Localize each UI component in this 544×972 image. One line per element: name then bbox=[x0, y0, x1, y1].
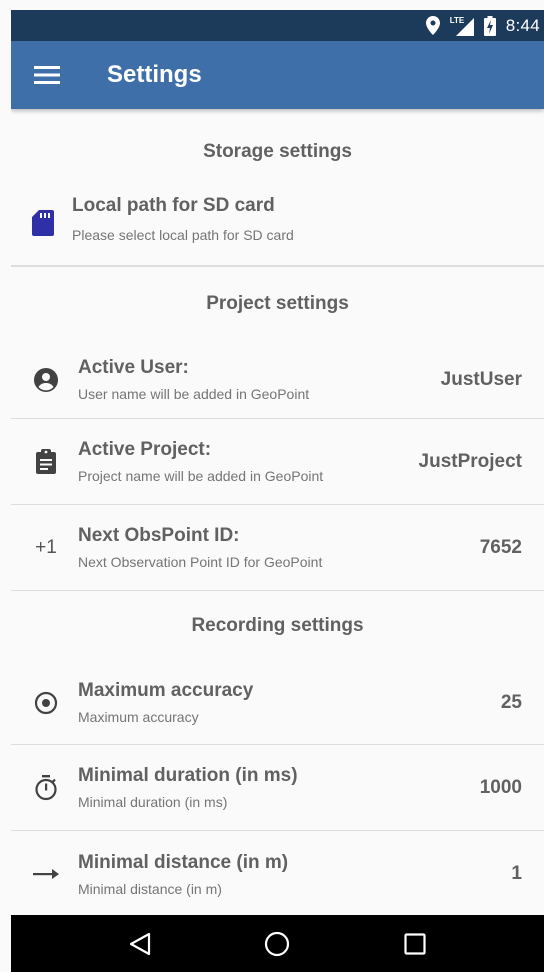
home-button[interactable] bbox=[247, 919, 307, 969]
section-header-recording: Recording settings bbox=[191, 615, 364, 636]
pref-summary: User name will be added in GeoPoint bbox=[78, 386, 310, 402]
pref-value: 1 bbox=[511, 863, 522, 884]
app-bar: Settings bbox=[11, 41, 544, 109]
timer-icon bbox=[11, 774, 78, 801]
back-triangle-icon bbox=[129, 932, 150, 955]
pref-minimal-duration[interactable]: Minimal duration (in ms) Minimal duratio… bbox=[11, 745, 544, 831]
pref-summary: Maximum accuracy bbox=[78, 709, 199, 725]
pref-active-project-text: Active Project: Project name will be add… bbox=[78, 439, 407, 484]
pref-sd-card-text: Local path for SD card Please select loc… bbox=[72, 195, 522, 243]
pref-minimal-distance-text: Minimal distance (in m) Minimal distance… bbox=[78, 852, 499, 897]
pref-maximum-accuracy[interactable]: Maximum accuracy Maximum accuracy 25 bbox=[11, 661, 544, 745]
target-icon bbox=[11, 691, 78, 715]
pref-sd-card-path[interactable]: Local path for SD card Please select loc… bbox=[11, 195, 544, 266]
pref-summary: Project name will be added in GeoPoint bbox=[78, 468, 324, 484]
pref-summary: Next Observation Point ID for GeoPoint bbox=[78, 554, 323, 570]
pref-title: Minimal duration (in ms) bbox=[78, 765, 298, 786]
pref-summary: Please select local path for SD card bbox=[72, 227, 294, 243]
page-title: Settings bbox=[107, 61, 202, 88]
pref-minimal-duration-text: Minimal duration (in ms) Minimal duratio… bbox=[78, 765, 468, 810]
arrow-right-icon bbox=[11, 867, 78, 881]
screen: LTE 8:44 Settings Storage settings Local… bbox=[0, 0, 544, 972]
home-circle-icon bbox=[265, 931, 290, 956]
plus-one-label: +1 bbox=[35, 536, 57, 558]
pref-active-user-text: Active User: User name will be added in … bbox=[78, 357, 429, 402]
pref-value: JustProject bbox=[418, 450, 522, 472]
pref-minimal-distance[interactable]: Minimal distance (in m) Minimal distance… bbox=[11, 831, 544, 917]
recents-square-icon bbox=[404, 932, 426, 955]
pref-next-obspoint-text: Next ObsPoint ID: Next Observation Point… bbox=[78, 525, 468, 570]
back-button[interactable] bbox=[110, 919, 170, 969]
pref-active-project[interactable]: Active Project: Project name will be add… bbox=[11, 419, 544, 505]
status-time: 8:44 bbox=[505, 15, 540, 35]
pref-summary: Minimal distance (in m) bbox=[78, 880, 222, 897]
menu-button[interactable] bbox=[11, 41, 83, 109]
lte-signal-icon: LTE bbox=[450, 16, 474, 36]
pref-title: Minimal distance (in m) bbox=[78, 851, 289, 873]
hamburger-menu-icon bbox=[34, 66, 60, 84]
pref-title: Next ObsPoint ID: bbox=[78, 525, 240, 546]
pref-active-user[interactable]: Active User: User name will be added in … bbox=[11, 341, 544, 419]
section-header-project: Project settings bbox=[206, 293, 349, 314]
pref-title: Active Project: bbox=[78, 439, 212, 460]
settings-list: Storage settings Local path for SD card … bbox=[11, 109, 544, 917]
navigation-bar bbox=[11, 915, 544, 972]
section-header-storage: Storage settings bbox=[203, 141, 352, 162]
pref-next-obspoint-id[interactable]: +1 Next ObsPoint ID: Next Observation Po… bbox=[11, 505, 544, 591]
pref-value: 25 bbox=[500, 691, 522, 713]
pref-title: Active User: bbox=[78, 357, 189, 378]
location-icon bbox=[425, 16, 440, 35]
account-circle-icon bbox=[11, 367, 78, 392]
pref-value: 7652 bbox=[479, 536, 522, 558]
pref-maximum-accuracy-text: Maximum accuracy Maximum accuracy bbox=[78, 680, 489, 725]
pref-value: JustUser bbox=[440, 368, 522, 390]
pref-summary: Minimal duration (in ms) bbox=[78, 794, 228, 810]
sd-card-icon bbox=[11, 195, 72, 236]
pref-title: Maximum accuracy bbox=[78, 680, 254, 701]
recents-button[interactable] bbox=[385, 919, 445, 969]
pref-value: 1000 bbox=[479, 776, 522, 798]
status-bar: LTE 8:44 bbox=[11, 10, 544, 41]
pref-title: Local path for SD card bbox=[72, 195, 275, 216]
app-frame: LTE 8:44 Settings Storage settings Local… bbox=[11, 10, 544, 972]
clipboard-icon bbox=[11, 449, 78, 474]
battery-charging-icon bbox=[483, 15, 496, 36]
plus-one-icon: +1 bbox=[11, 537, 78, 559]
